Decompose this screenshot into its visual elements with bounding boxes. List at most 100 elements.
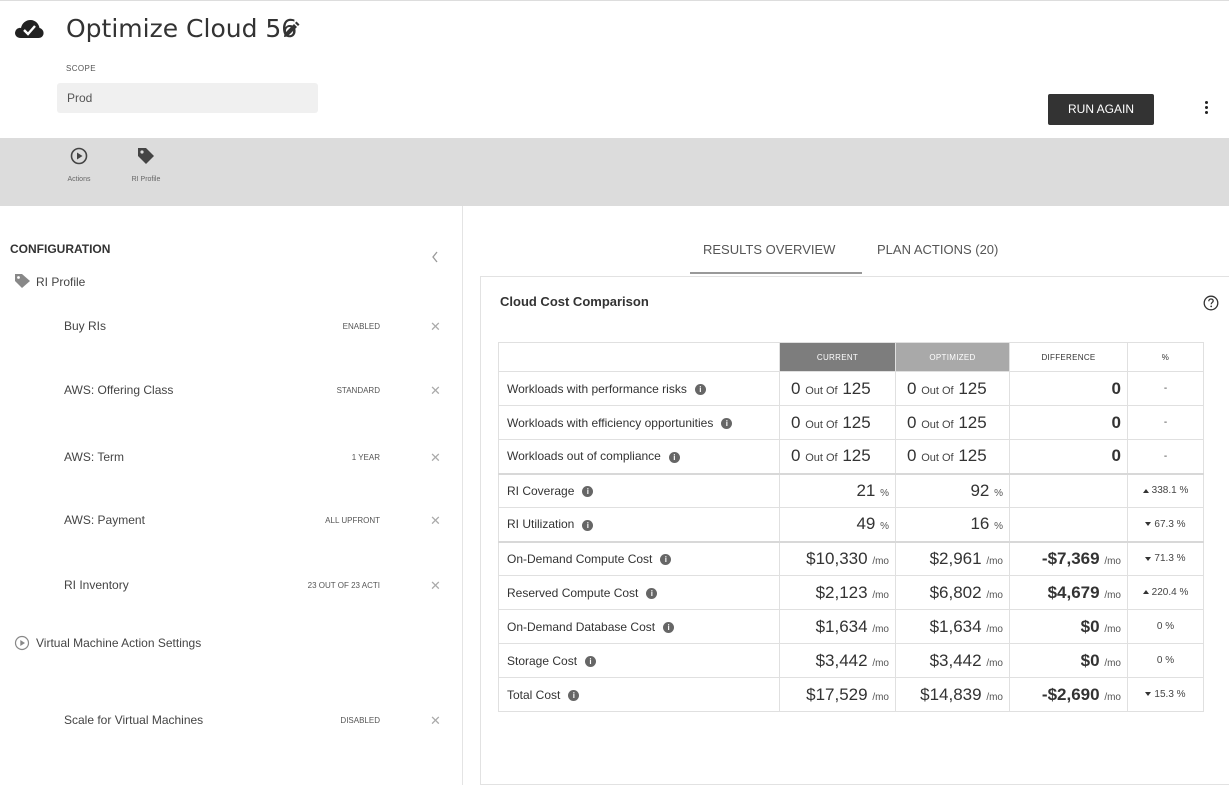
- value: 220.4 %: [1151, 587, 1189, 598]
- value: $6,802: [929, 582, 982, 602]
- value: $2,123: [815, 582, 868, 602]
- tab-results-overview[interactable]: RESULTS OVERVIEW: [690, 242, 862, 274]
- configuration-title: CONFIGURATION: [10, 242, 111, 256]
- unit: /mo: [872, 657, 889, 669]
- unit: %: [880, 487, 889, 499]
- row-label-text: RI Coverage: [507, 483, 575, 498]
- percent-cell: -: [1127, 439, 1204, 474]
- info-icon[interactable]: i: [663, 621, 675, 633]
- difference-cell: -$2,690 /mo: [1009, 677, 1128, 712]
- value: 0: [1111, 446, 1121, 466]
- config-row-term[interactable]: AWS: Term 1 YEAR ✕: [64, 450, 444, 468]
- table-row: Workloads out of compliance i 0 Out Of 125…: [498, 439, 1204, 474]
- info-icon[interactable]: i: [646, 587, 658, 599]
- remove-icon[interactable]: ✕: [430, 578, 441, 594]
- unit: %: [880, 521, 889, 533]
- current-cell: $1,634 /mo: [779, 609, 896, 644]
- plan-title: Optimize Cloud 56: [66, 14, 298, 43]
- remove-icon[interactable]: ✕: [430, 513, 441, 529]
- current-cell: 49 %: [779, 507, 896, 542]
- unit: /mo: [986, 623, 1003, 635]
- arrow-up-icon: [1142, 590, 1149, 595]
- row-label-text: Reserved Compute Cost: [507, 585, 639, 600]
- edit-icon[interactable]: [282, 21, 300, 39]
- unit: /mo: [1104, 657, 1121, 669]
- value: 16: [970, 514, 990, 534]
- row-label: Reserved Compute Cost i: [498, 575, 780, 610]
- config-row-scale-vms[interactable]: Scale for Virtual Machines DISABLED ✕: [64, 713, 444, 731]
- help-icon[interactable]: [1203, 295, 1219, 311]
- chevron-left-icon[interactable]: [430, 250, 440, 264]
- row-label-text: Workloads with performance risks: [507, 381, 687, 396]
- row-label: Total Cost i: [498, 677, 780, 712]
- out-of-text: Out Of: [921, 418, 954, 431]
- info-icon[interactable]: i: [568, 689, 580, 701]
- out-of-text: Out Of: [921, 452, 954, 465]
- value: -$7,369: [1041, 548, 1100, 568]
- value: $3,442: [929, 650, 982, 670]
- difference-cell: $4,679 /mo: [1009, 575, 1128, 610]
- row-label: RI Coverage i: [498, 472, 780, 508]
- more-options-icon[interactable]: [1204, 101, 1210, 119]
- header-difference: DIFFERENCE: [1009, 342, 1128, 372]
- optimized-cell: 0 Out Of 125: [895, 371, 1010, 406]
- config-row-value: ENABLED: [342, 322, 380, 331]
- difference-cell: $0 /mo: [1009, 609, 1128, 644]
- optimized-cell: $1,634 /mo: [895, 609, 1010, 644]
- actions-tool[interactable]: Actions: [58, 147, 100, 183]
- config-row-payment[interactable]: AWS: Payment ALL UPFRONT ✕: [64, 513, 444, 531]
- info-icon[interactable]: i: [694, 383, 706, 395]
- arrow-up-icon: [1142, 488, 1149, 493]
- scope-field[interactable]: Prod: [57, 83, 318, 113]
- info-icon[interactable]: i: [585, 655, 597, 667]
- remove-icon[interactable]: ✕: [430, 383, 441, 399]
- value: -: [1163, 450, 1168, 462]
- unit: /mo: [986, 555, 1003, 567]
- out-of-text: Out Of: [805, 452, 838, 465]
- row-label: On-Demand Database Cost i: [498, 609, 780, 644]
- current-cell: $17,529 /mo: [779, 677, 896, 712]
- difference-cell: 0: [1009, 405, 1128, 440]
- remove-icon[interactable]: ✕: [430, 450, 441, 466]
- ri-profile-section-label: RI Profile: [36, 275, 86, 289]
- config-row-name: AWS: Offering Class: [64, 383, 174, 397]
- table-row: Workloads with performance risks i 0 Out O…: [498, 371, 1204, 406]
- unit: /mo: [872, 623, 889, 635]
- value: $14,839: [920, 684, 982, 704]
- info-icon[interactable]: i: [668, 451, 680, 463]
- info-icon[interactable]: i: [582, 519, 594, 531]
- card-title: Cloud Cost Comparison: [500, 294, 649, 309]
- config-row-ri-inventory[interactable]: RI Inventory 23 OUT OF 23 ACTI ✕: [64, 578, 444, 596]
- info-icon[interactable]: i: [660, 554, 672, 566]
- value: -: [1163, 383, 1168, 394]
- info-icon[interactable]: i: [582, 486, 594, 498]
- value: 15.3 %: [1154, 689, 1186, 700]
- table-header-blank: [498, 342, 780, 372]
- info-icon[interactable]: i: [721, 417, 733, 429]
- vm-settings-section[interactable]: Virtual Machine Action Settings: [14, 633, 201, 653]
- config-row-offering-class[interactable]: AWS: Offering Class STANDARD ✕: [64, 383, 444, 401]
- play-circle-icon: [14, 635, 30, 651]
- config-row-value: DISABLED: [340, 716, 380, 725]
- optimized-cell: 16 %: [895, 507, 1010, 542]
- configuration-panel: CONFIGURATION RI Profile Buy RIs ENABLED…: [0, 206, 463, 785]
- percent-cell: -: [1127, 405, 1204, 440]
- vm-settings-section-label: Virtual Machine Action Settings: [36, 636, 202, 650]
- remove-icon[interactable]: ✕: [430, 319, 441, 335]
- config-row-value: 1 YEAR: [351, 453, 380, 462]
- ri-profile-section[interactable]: RI Profile: [14, 272, 85, 292]
- table-row: Total Cost i $17,529 /mo $14,839 /mo -$2,690…: [498, 677, 1204, 712]
- value: -: [1163, 417, 1168, 428]
- run-again-button[interactable]: RUN AGAIN: [1048, 94, 1154, 125]
- remove-icon[interactable]: ✕: [430, 713, 441, 729]
- total-value: 125: [842, 378, 871, 398]
- percent-cell: -: [1127, 371, 1204, 406]
- difference-cell: 0: [1009, 371, 1128, 406]
- play-circle-icon: [70, 147, 88, 165]
- total-value: 125: [958, 412, 987, 432]
- ri-profile-tool[interactable]: RI Profile: [116, 147, 176, 183]
- config-row-buy-ris[interactable]: Buy RIs ENABLED ✕: [64, 319, 444, 337]
- value: 0: [1111, 378, 1121, 398]
- tab-plan-actions[interactable]: PLAN ACTIONS (20): [877, 242, 998, 274]
- optimized-cell: 0 Out Of 125: [895, 439, 1010, 474]
